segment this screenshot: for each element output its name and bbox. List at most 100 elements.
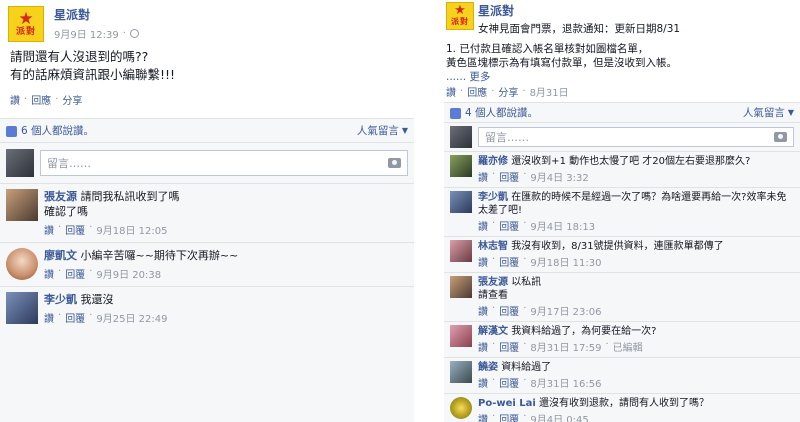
sort-dropdown[interactable]: 人氣留言 ▼	[743, 105, 794, 120]
comment-time[interactable]: 9月17日 23:06	[530, 303, 601, 318]
comment: 李少凱 我還沒 讚 · 回覆 · 9月25日 22:49	[0, 287, 414, 330]
comment-time[interactable]: 9月4日 0:45	[530, 411, 588, 422]
user-avatar	[450, 126, 472, 148]
comment: 張友源 請問我私訊收到了嗎 確認了嗎 讚 · 回覆 · 9月18日 12:05	[0, 184, 414, 243]
commenter-avatar[interactable]	[450, 240, 472, 262]
comment-like[interactable]: 讚	[478, 169, 488, 184]
edited-label[interactable]: 已編輯	[613, 339, 643, 354]
comment: 饒姿 資料給過了 讚 · 回覆 · 8月31日 16:56	[444, 358, 800, 394]
comment-reply[interactable]: 回覆	[65, 266, 85, 281]
caret-down-icon: ▼	[401, 126, 408, 135]
comment-reply[interactable]: 回覆	[499, 218, 519, 233]
comment-reply[interactable]: 回覆	[499, 169, 519, 184]
comment-reply[interactable]: 回覆	[499, 411, 519, 422]
comment-composer: 留言……	[444, 123, 800, 152]
likes-row: 6 個人都說讚。 人氣留言 ▼	[0, 119, 414, 143]
thumbs-up-icon	[450, 107, 461, 119]
commenter-name[interactable]: 羅亦修	[478, 156, 508, 167]
commenter-name[interactable]: 廖凱文	[44, 249, 77, 262]
comment-input[interactable]: 留言……	[40, 150, 408, 176]
post-title: 女神見面會門票，退款通知：更新日期8/31	[478, 23, 681, 35]
camera-icon[interactable]	[774, 132, 787, 142]
share-link[interactable]: 分享	[498, 84, 518, 99]
page-avatar[interactable]: ★ 派對	[446, 2, 474, 30]
commenter-avatar[interactable]	[450, 361, 472, 383]
comment-placeholder: 留言……	[47, 157, 91, 170]
camera-icon[interactable]	[388, 158, 401, 168]
post-time[interactable]: 9月9日 12:39	[54, 26, 119, 41]
commenter-name[interactable]: Po-wei Lai	[478, 398, 536, 409]
left-post: ★ 派對 星派對 9月9日 12:39 · 請問還有人沒退到的嗎?? 有的話麻煩…	[0, 0, 414, 422]
commenter-avatar[interactable]	[450, 325, 472, 347]
page-avatar[interactable]: ★ 派對	[8, 6, 44, 42]
comment-link[interactable]: 回應	[467, 84, 487, 99]
sort-dropdown[interactable]: 人氣留言 ▼	[357, 123, 408, 138]
like-link[interactable]: 讚	[10, 92, 20, 107]
commenter-name[interactable]: 張友源	[478, 277, 508, 288]
comment-reply[interactable]: 回覆	[65, 310, 85, 325]
comment-like[interactable]: 讚	[478, 218, 488, 233]
comment-like[interactable]: 讚	[478, 339, 488, 354]
likes-count[interactable]: 6 個人都說讚。	[21, 125, 94, 137]
comment-like[interactable]: 讚	[44, 310, 54, 325]
comment: 張友源 以私訊 請查看 讚 · 回覆 · 9月17日 23:06	[444, 273, 800, 322]
like-link[interactable]: 讚	[446, 84, 456, 99]
commenter-name[interactable]: 林志智	[478, 241, 508, 252]
commenter-avatar[interactable]	[6, 248, 38, 280]
comment-like[interactable]: 讚	[478, 411, 488, 422]
commenter-avatar[interactable]	[450, 276, 472, 298]
see-more-link[interactable]: ...... 更多	[446, 70, 677, 84]
comment-time[interactable]: 9月25日 22:49	[96, 310, 167, 325]
commenter-name[interactable]: 饒姿	[478, 362, 498, 373]
logo-text: 派對	[15, 26, 36, 37]
comment-time[interactable]: 9月18日 11:30	[530, 254, 601, 269]
comment-text: 小編辛苦囉~~期待下次再辦~~	[80, 249, 239, 262]
page-name[interactable]: 星派對	[478, 2, 680, 19]
comment-text: 我還沒	[80, 293, 114, 306]
comment-like[interactable]: 讚	[44, 222, 54, 237]
comment-time[interactable]: 9月4日 3:32	[530, 169, 588, 184]
likes-count[interactable]: 4 個人都說讚。	[465, 107, 538, 119]
comment-input[interactable]: 留言……	[478, 127, 794, 147]
commenter-avatar[interactable]	[450, 191, 472, 213]
comment-like[interactable]: 讚	[478, 254, 488, 269]
comment-reply[interactable]: 回覆	[65, 222, 85, 237]
commenter-avatar[interactable]	[450, 155, 472, 177]
comment-time[interactable]: 8月31日 17:59	[530, 339, 601, 354]
comment-reply[interactable]: 回覆	[499, 254, 519, 269]
commenter-name[interactable]: 李少凱	[478, 192, 508, 203]
post-time[interactable]: 8月31日	[530, 84, 569, 99]
commenter-avatar[interactable]	[6, 189, 38, 221]
post-body: 1. 已付款且確認入帳名單核對如圖檔名單， 黃色區塊標示為有填寫付款單，但是沒收…	[446, 42, 677, 84]
comments-section: 6 個人都說讚。 人氣留言 ▼ 留言…… 張友源 請問我私訊收到了嗎 確認了嗎 讚…	[0, 118, 414, 422]
commenter-avatar[interactable]	[6, 292, 38, 324]
commenter-avatar[interactable]	[450, 397, 472, 419]
comment-time[interactable]: 9月9日 20:38	[96, 266, 161, 281]
comment-text: 以私訊	[511, 277, 542, 288]
comment-time[interactable]: 9月18日 12:05	[96, 222, 167, 237]
comment-time[interactable]: 9月4日 18:13	[530, 218, 595, 233]
comment-like[interactable]: 讚	[44, 266, 54, 281]
star-icon: ★	[454, 3, 466, 18]
share-link[interactable]: 分享	[62, 92, 82, 107]
comment-reply[interactable]: 回覆	[499, 339, 519, 354]
commenter-name[interactable]: 李少凱	[44, 293, 77, 306]
comment-text-2: 太差了吧!	[478, 205, 523, 216]
comment-text: 在匯款的時候不是經過一次了嗎？為啥還要再給一次?效率未免	[511, 192, 787, 203]
star-icon: ★	[18, 8, 34, 29]
comment-like[interactable]: 讚	[478, 375, 488, 390]
post-header: ★ 派對 星派對 9月9日 12:39 ·	[8, 6, 139, 42]
page-name[interactable]: 星派對	[54, 6, 139, 23]
commenter-name[interactable]: 張友源	[44, 190, 77, 203]
comment-time[interactable]: 8月31日 16:56	[530, 375, 601, 390]
post-line-1: 請問還有人沒退到的嗎??	[10, 49, 149, 64]
comment-link[interactable]: 回應	[31, 92, 51, 107]
comment-text: 我沒有收到，8/31號提供資料，連匯款單都傳了	[511, 241, 724, 252]
comment-reply[interactable]: 回覆	[499, 375, 519, 390]
comment-like[interactable]: 讚	[478, 303, 488, 318]
comment-reply[interactable]: 回覆	[499, 303, 519, 318]
post-header: ★ 派對 星派對 女神見面會門票，退款通知：更新日期8/31	[446, 2, 680, 36]
commenter-name[interactable]: 解漢文	[478, 326, 508, 337]
comment: Po-wei Lai 還沒有收到退款，請問有人收到了嗎？ 讚 · 回覆 · 9月4日 0…	[444, 394, 800, 422]
likes-row: 4 個人都說讚。 人氣留言 ▼	[444, 103, 800, 123]
